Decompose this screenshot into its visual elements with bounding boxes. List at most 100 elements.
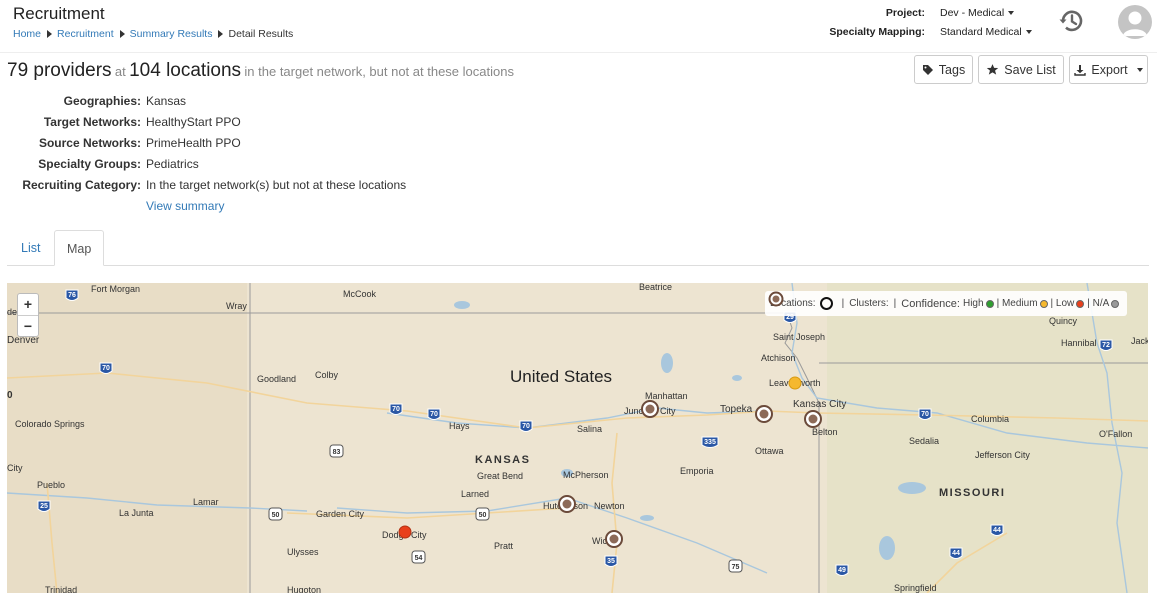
facet-label: Source Networks: <box>38 136 141 150</box>
save-list-button[interactable]: Save List <box>978 55 1064 84</box>
interstate-shield-icon: 44 <box>949 547 963 559</box>
map-label: Salina <box>577 424 602 434</box>
breadcrumb-recruitment[interactable]: Recruitment <box>57 28 114 40</box>
map-label: Belton <box>812 427 838 437</box>
map-label: Ottawa <box>755 446 784 456</box>
breadcrumb-summary-results[interactable]: Summary Results <box>130 28 213 40</box>
svg-text:72: 72 <box>1102 342 1110 349</box>
facet-value: PrimeHealth PPO <box>146 136 241 150</box>
us-route-shield-icon: 50 <box>268 507 283 521</box>
tags-button[interactable]: Tags <box>914 55 973 84</box>
map-label: Trinidad <box>45 585 77 593</box>
location-marker-low[interactable] <box>398 525 412 539</box>
view-summary-link[interactable]: View summary <box>146 199 224 213</box>
map-label: Beatrice <box>639 283 672 292</box>
map-label: Columbia <box>971 414 1009 424</box>
map-view[interactable]: Fort Morgan Wray McCook Beatrice Denver … <box>7 283 1148 593</box>
svg-text:70: 70 <box>921 411 929 418</box>
breadcrumb-home[interactable]: Home <box>13 28 41 40</box>
map-label: Hays <box>449 421 470 431</box>
facet-value: In the target network(s) but not at thes… <box>146 178 407 192</box>
cluster-marker[interactable] <box>755 405 773 423</box>
svg-text:75: 75 <box>732 564 740 571</box>
svg-text:44: 44 <box>993 527 1001 534</box>
cluster-marker[interactable] <box>641 400 659 418</box>
map-label: Colby <box>315 370 339 380</box>
tab-map[interactable]: Map <box>54 230 105 266</box>
svg-text:70: 70 <box>392 406 400 413</box>
specialty-mapping-label: Specialty Mapping: <box>829 26 925 38</box>
location-ring-icon <box>819 297 833 310</box>
results-headline: 79 providers at 104 locations in the tar… <box>7 60 514 82</box>
map-label: Fort Morgan <box>91 284 140 294</box>
breadcrumb-separator-icon <box>218 30 224 38</box>
breadcrumb-separator-icon <box>47 30 53 38</box>
cluster-marker[interactable] <box>804 410 822 428</box>
cluster-marker[interactable] <box>605 530 623 548</box>
zoom-in-button[interactable]: + <box>18 294 38 315</box>
map-label: Pueblo <box>37 480 65 490</box>
svg-text:54: 54 <box>415 555 423 562</box>
facet-value: Pediatrics <box>146 157 199 171</box>
specialty-mapping-dropdown[interactable]: Standard Medical <box>940 26 1032 38</box>
interstate-shield-icon: 70 <box>519 420 533 432</box>
map-label: Kansas City <box>793 399 846 410</box>
facet-value: Kansas <box>146 94 187 108</box>
zoom-control: + − <box>17 293 39 337</box>
project-dropdown[interactable]: Dev - Medical <box>940 7 1015 19</box>
map-label: Quincy <box>1049 316 1078 326</box>
facet-label: Target Networks: <box>43 115 141 129</box>
export-button[interactable]: Export <box>1069 55 1148 84</box>
map-label: Manhattan <box>645 391 688 401</box>
svg-text:49: 49 <box>838 567 846 574</box>
high-dot-icon <box>985 299 994 308</box>
interstate-shield-icon: 35 <box>604 555 618 567</box>
breadcrumb: Home Recruitment Summary Results Detail … <box>13 28 293 40</box>
breadcrumb-separator-icon <box>119 30 125 38</box>
map-label: Larned <box>461 489 489 499</box>
chevron-down-icon <box>1008 11 1015 16</box>
location-count: 104 locations <box>129 60 242 81</box>
map-label: 0 <box>7 390 13 401</box>
map-label: Jefferson City <box>975 450 1030 460</box>
svg-text:35: 35 <box>607 558 615 565</box>
interstate-shield-icon: 44 <box>990 524 1004 536</box>
map-label: Goodland <box>257 374 296 384</box>
zoom-out-button[interactable]: − <box>18 315 38 336</box>
map-label: Atchison <box>761 353 796 363</box>
map-label: Newton <box>594 501 625 511</box>
map-label: Garden City <box>316 509 365 519</box>
state-label: MISSOURI <box>939 487 1005 499</box>
interstate-shield-icon: 70 <box>99 362 113 374</box>
svg-text:70: 70 <box>430 411 438 418</box>
map-legend: Locations: | Clusters: | Confidence: Hig… <box>765 291 1128 316</box>
map-label: La Junta <box>119 508 154 518</box>
cluster-marker[interactable] <box>558 495 576 513</box>
tag-icon <box>922 64 933 75</box>
download-icon <box>1074 64 1087 76</box>
project-value: Dev - Medical <box>940 7 1005 19</box>
page-title: Recruitment <box>13 4 105 23</box>
facet-value: HealthyStart PPO <box>146 115 241 129</box>
chevron-down-icon <box>1136 67 1143 72</box>
map-label: Topeka <box>720 404 753 415</box>
location-marker-medium[interactable] <box>788 376 802 390</box>
map-label: O'Fallon <box>1099 429 1132 439</box>
map-label: Sedalia <box>909 436 939 446</box>
interstate-shield-icon: 25 <box>37 500 51 512</box>
map-label: de <box>7 307 17 317</box>
interstate-shield-icon: 49 <box>835 564 849 576</box>
avatar[interactable] <box>1118 5 1152 39</box>
us-route-shield-icon: 83 <box>329 444 344 458</box>
facet-label: Specialty Groups: <box>38 157 141 171</box>
us-route-shield-icon: 54 <box>411 550 426 564</box>
tags-button-label: Tags <box>938 62 966 77</box>
svg-text:50: 50 <box>272 512 280 519</box>
history-icon[interactable] <box>1057 6 1087 36</box>
cluster-icon <box>768 291 784 307</box>
tab-list[interactable]: List <box>9 230 52 266</box>
provider-count: 79 providers <box>7 60 112 81</box>
legend-confidence-label: Confidence: <box>901 297 960 310</box>
svg-text:70: 70 <box>102 365 110 372</box>
star-icon <box>987 64 999 75</box>
